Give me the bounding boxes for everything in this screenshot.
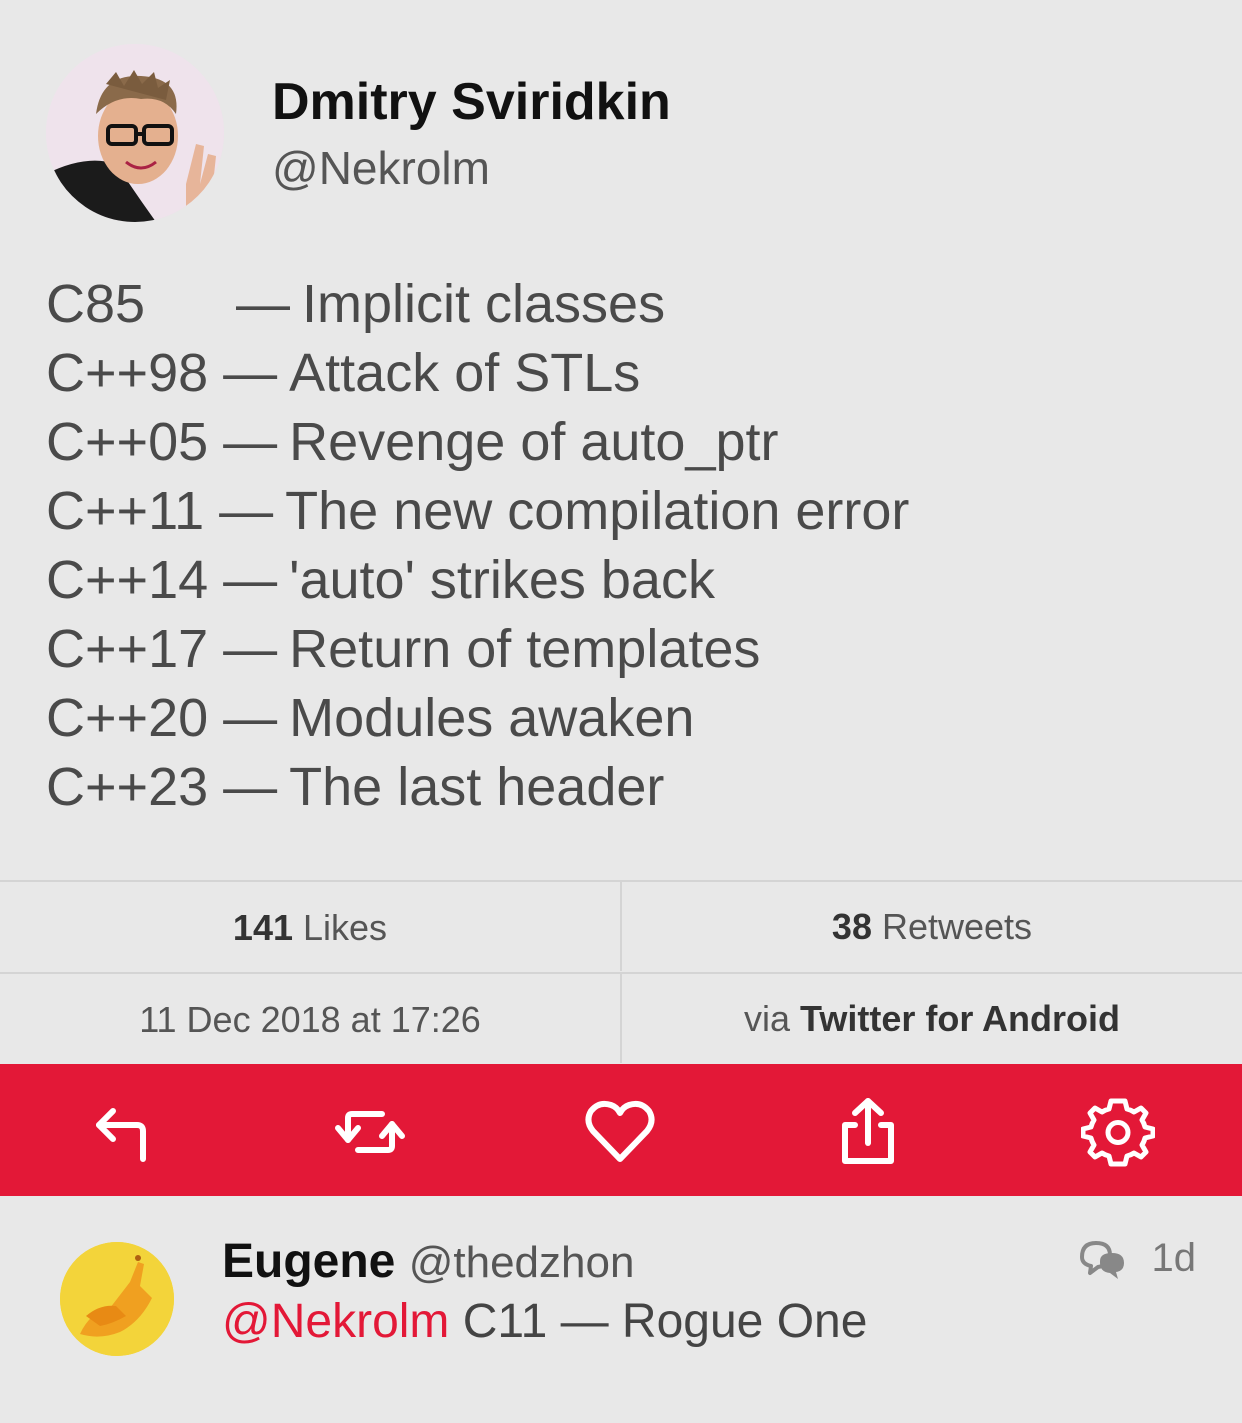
tweet-line: C++20 — Modules awaken bbox=[46, 684, 1196, 753]
tweet-line: C++23 — The last header bbox=[46, 753, 1196, 822]
retweets-count: 38 bbox=[831, 905, 872, 947]
tweet-line-dash: — bbox=[219, 481, 274, 541]
via-app: Twitter for Android bbox=[800, 997, 1120, 1039]
reply-author-name: Eugene bbox=[222, 1235, 396, 1288]
tweet-line: C++11 — The new compilation error bbox=[46, 477, 1196, 546]
likes-count: 141 bbox=[232, 906, 293, 948]
tweet-line-dash: — bbox=[223, 412, 278, 472]
retweet-icon bbox=[335, 1111, 405, 1153]
tweet-line-dash: — bbox=[223, 688, 278, 748]
likes-label: Likes bbox=[303, 906, 388, 948]
tweet-line-version: C++05 bbox=[46, 412, 209, 472]
tweet-line: C++98 — Attack of STLs bbox=[46, 339, 1196, 408]
reply-button[interactable] bbox=[80, 1092, 160, 1172]
tweet-line-text: The new compilation error bbox=[285, 481, 910, 541]
tweet-line-text: The last header bbox=[289, 757, 665, 817]
tweet-line-dash: — bbox=[236, 274, 290, 334]
tweet-line-dash: — bbox=[223, 757, 278, 817]
tweet-line-dash: — bbox=[223, 343, 278, 403]
like-heart-icon bbox=[585, 1100, 655, 1162]
share-button[interactable] bbox=[828, 1092, 908, 1172]
tweet-line-text: Revenge of auto_ptr bbox=[289, 412, 779, 472]
tweet-line-text: Modules awaken bbox=[289, 688, 695, 748]
author-avatar[interactable] bbox=[46, 44, 224, 222]
share-icon bbox=[842, 1098, 894, 1164]
tweet-line-text: 'auto' strikes back bbox=[289, 550, 715, 610]
via-prefix: via bbox=[743, 997, 791, 1039]
settings-button[interactable] bbox=[1078, 1092, 1158, 1172]
tweet-source: via Twitter for Android bbox=[620, 972, 1242, 1063]
tweet-line-version: C++17 bbox=[46, 619, 209, 679]
reply-text: @Nekrolm C11 — Rogue One bbox=[222, 1292, 867, 1352]
tweet-line: C85 — Implicit classes bbox=[46, 270, 1196, 339]
tweet-line: C++05 — Revenge of auto_ptr bbox=[46, 408, 1196, 477]
tweet-body: C85 — Implicit classes C++98 — Attack of… bbox=[46, 270, 1196, 822]
retweets-stat[interactable]: 38 Retweets bbox=[620, 880, 1242, 971]
tweet-date: 11 Dec 2018 at 17:26 bbox=[0, 972, 620, 1065]
like-button[interactable] bbox=[580, 1092, 660, 1172]
likes-stat[interactable]: 141 Likes bbox=[0, 880, 620, 973]
tweet-line-dash: — bbox=[223, 550, 278, 610]
tweet-line-text: Attack of STLs bbox=[289, 343, 641, 403]
tweet-line-dash: — bbox=[223, 619, 278, 679]
tweet-line-version: C85 bbox=[46, 274, 146, 334]
conversation-icon bbox=[1079, 1240, 1124, 1279]
tweet-line-version: C++98 bbox=[46, 343, 209, 403]
reply-mention[interactable]: @Nekrolm bbox=[222, 1295, 449, 1348]
reply-item[interactable]: Eugene @thedzhon @Nekrolm C11 — Rogue On… bbox=[0, 1196, 1242, 1423]
settings-gear-icon bbox=[1081, 1098, 1155, 1167]
author-handle[interactable]: @Nekrolm bbox=[272, 140, 490, 196]
tweet-date-text: 11 Dec 2018 at 17:26 bbox=[139, 998, 481, 1040]
reply-author[interactable]: Eugene @thedzhon bbox=[222, 1232, 634, 1293]
tweet-line: C++17 — Return of templates bbox=[46, 615, 1196, 684]
reply-body: C11 — Rogue One bbox=[462, 1295, 868, 1348]
retweet-button[interactable] bbox=[330, 1092, 410, 1172]
reply-meta: 1d bbox=[1078, 1236, 1197, 1281]
tweet-line-version: C++20 bbox=[46, 688, 209, 748]
tweet-header: Dmitry Sviridkin @Nekrolm bbox=[0, 0, 1242, 240]
tweet-line-text: Implicit classes bbox=[302, 274, 666, 334]
reply-author-handle: @thedzhon bbox=[408, 1238, 635, 1287]
reply-icon bbox=[96, 1108, 146, 1162]
reply-avatar[interactable] bbox=[60, 1242, 174, 1356]
tweet-stats: 141 Likes 38 Retweets 11 Dec 2018 at 17:… bbox=[0, 880, 1242, 1064]
tweet-line-version: C++11 bbox=[46, 481, 205, 541]
tweet-line: C++14 — 'auto' strikes back bbox=[46, 546, 1196, 615]
tweet-line-version: C++23 bbox=[46, 757, 209, 817]
tweet-line-text: Return of templates bbox=[289, 619, 761, 679]
author-name[interactable]: Dmitry Sviridkin bbox=[272, 70, 671, 134]
reply-time: 1d bbox=[1151, 1236, 1197, 1280]
retweets-label: Retweets bbox=[881, 905, 1033, 947]
tweet-line-version: C++14 bbox=[46, 550, 209, 610]
action-bar bbox=[0, 1064, 1242, 1196]
